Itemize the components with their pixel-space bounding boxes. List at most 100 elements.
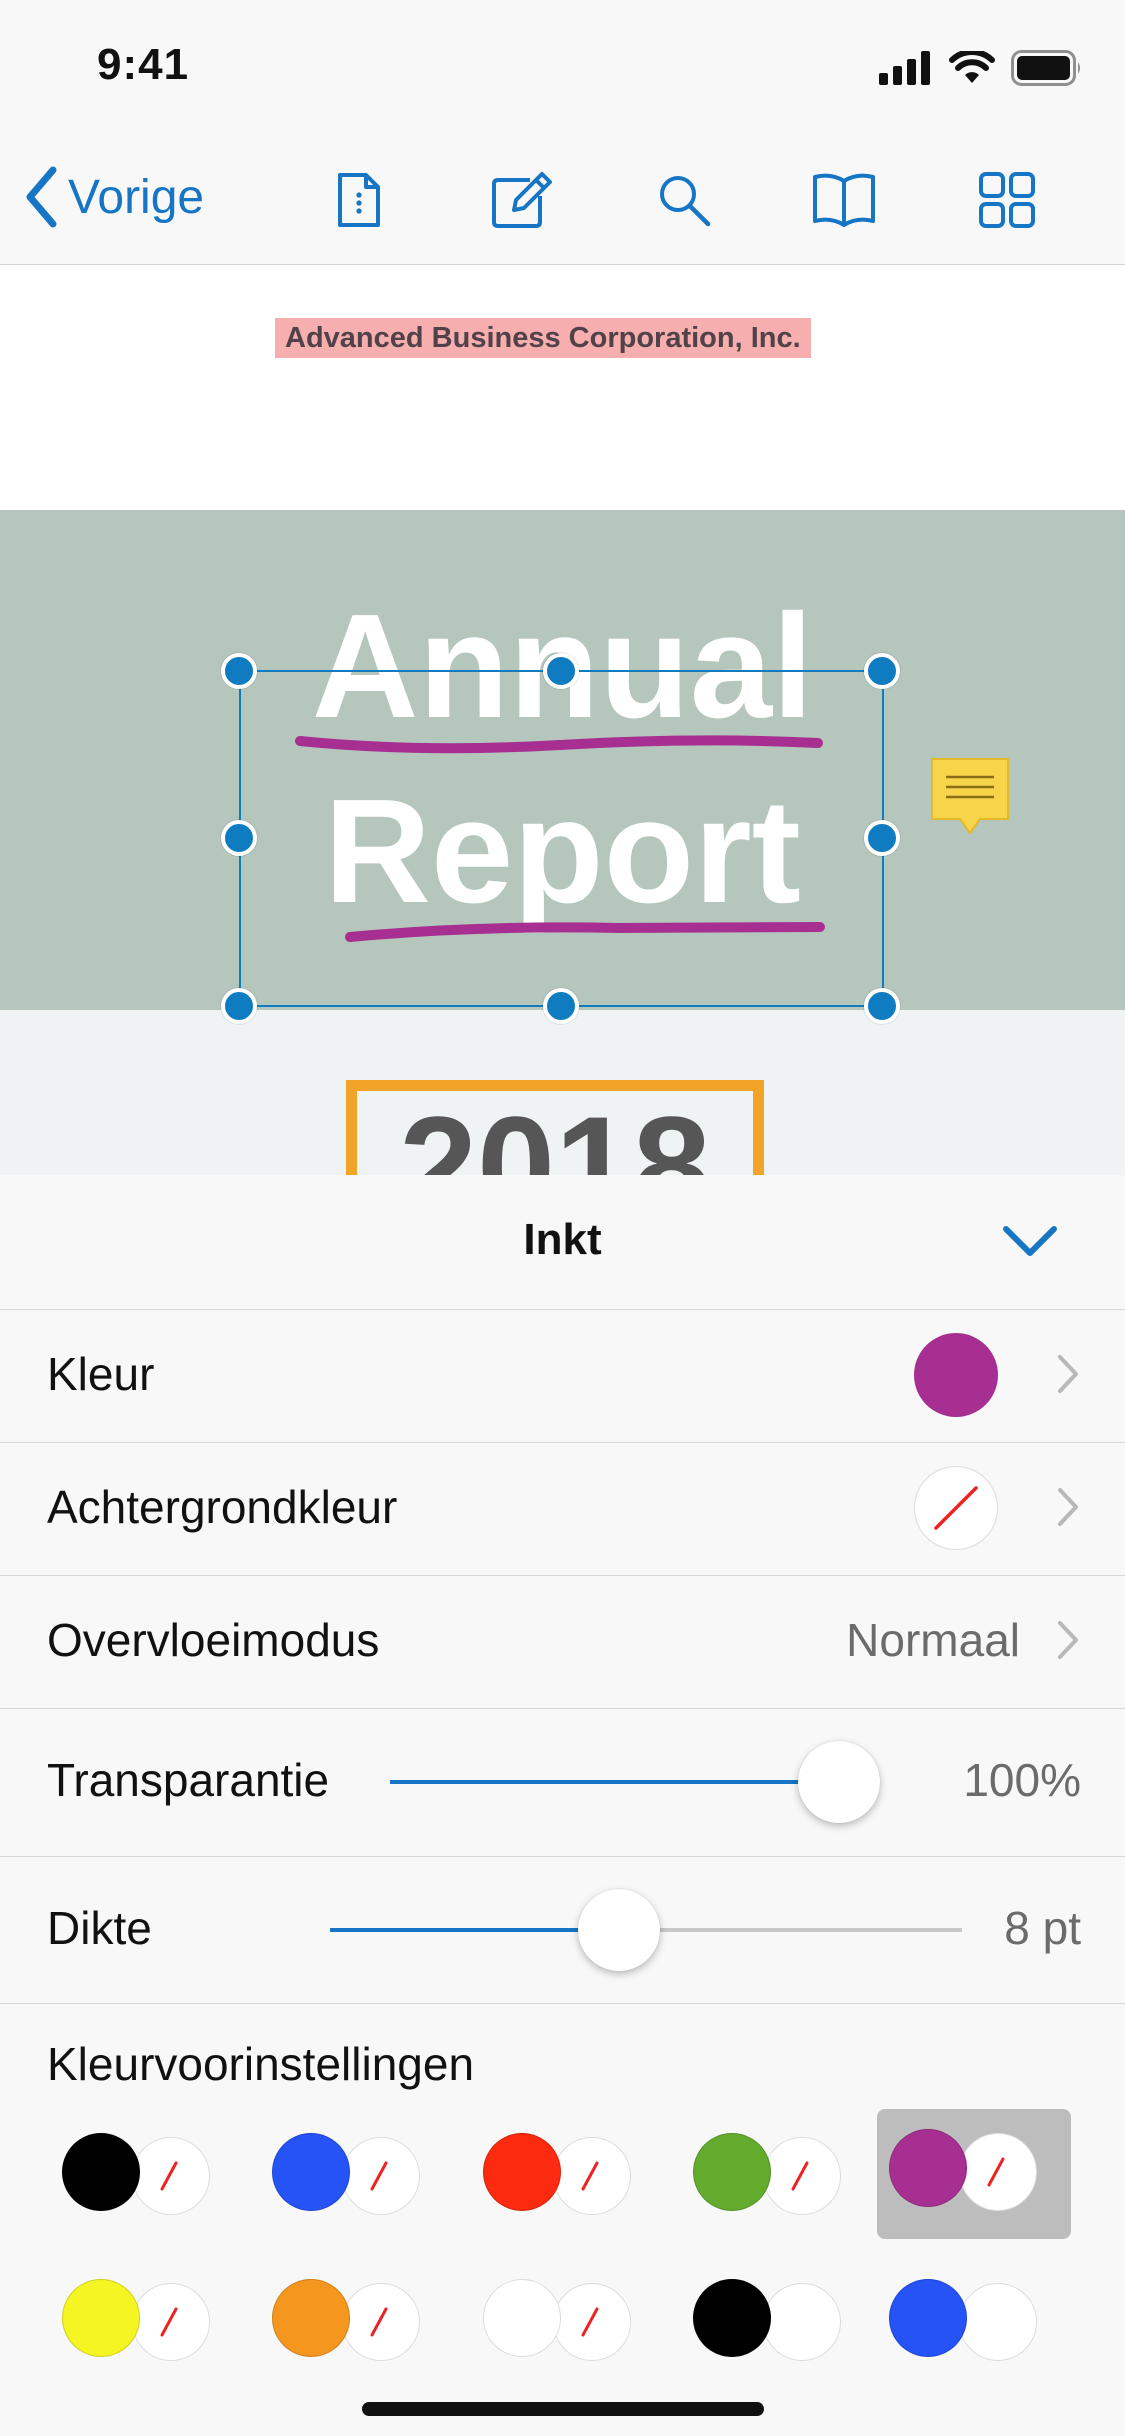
resize-handle-left[interactable] — [221, 820, 257, 856]
no-color-slash-icon — [581, 2161, 598, 2190]
thumbnails-button[interactable] — [969, 162, 1045, 238]
wifi-icon — [949, 51, 995, 83]
color-preset[interactable] — [272, 2133, 422, 2223]
search-icon — [660, 176, 711, 227]
no-color-slash-icon — [160, 2161, 177, 2190]
no-color-swatch — [914, 1466, 998, 1550]
book-icon — [813, 173, 875, 227]
preset-foreground-swatch — [483, 2133, 561, 2211]
no-color-slash-icon — [933, 1485, 978, 1530]
preset-background-swatch — [342, 2137, 420, 2215]
status-time: 9:41 — [97, 40, 190, 89]
slider-thumb[interactable] — [578, 1889, 660, 1971]
color-preset[interactable] — [272, 2279, 422, 2369]
color-preset[interactable] — [877, 2109, 1071, 2239]
status-icons — [879, 50, 1083, 86]
resize-handle-bottom-right[interactable] — [864, 988, 900, 1024]
preset-background-swatch — [959, 2283, 1037, 2361]
document-info-button[interactable] — [321, 162, 397, 238]
preset-background-swatch — [342, 2283, 420, 2361]
preset-foreground-swatch — [693, 2279, 771, 2357]
color-preset[interactable] — [62, 2133, 212, 2223]
preset-foreground-swatch — [483, 2279, 561, 2357]
preset-foreground-swatch — [272, 2133, 350, 2211]
color-preset[interactable] — [483, 2133, 633, 2223]
chevron-right-icon — [1058, 1355, 1078, 1393]
resize-handle-right[interactable] — [864, 820, 900, 856]
resize-handle-top-left[interactable] — [221, 653, 257, 689]
resize-handle-bottom[interactable] — [543, 988, 579, 1024]
preset-background-swatch — [132, 2137, 210, 2215]
thickness-value: 8 pt — [1004, 1902, 1081, 1954]
background-color-label: Achtergrondkleur — [47, 1481, 398, 1533]
resize-handle-top[interactable] — [543, 653, 579, 689]
no-color-slash-icon — [581, 2307, 598, 2336]
preset-foreground-swatch — [693, 2133, 771, 2211]
battery-icon — [1011, 50, 1080, 86]
blend-mode-value: Normaal — [846, 1614, 1020, 1666]
bookmarks-button[interactable] — [806, 162, 882, 238]
preset-background-swatch — [763, 2283, 841, 2361]
home-indicator — [362, 2402, 764, 2416]
cellular-signal-icon — [879, 51, 930, 85]
color-preset[interactable] — [693, 2133, 843, 2223]
document-page[interactable]: Advanced Business Corporation, Inc. Annu… — [0, 265, 1125, 1175]
transparency-slider[interactable] — [390, 1740, 880, 1824]
thickness-label: Dikte — [47, 1902, 152, 1954]
document-info-icon — [338, 173, 380, 227]
search-button[interactable] — [646, 162, 722, 238]
preset-background-swatch — [959, 2133, 1037, 2211]
transparency-label: Transparantie — [47, 1754, 330, 1806]
color-preset[interactable] — [889, 2279, 1039, 2369]
preset-foreground-swatch — [272, 2279, 350, 2357]
color-label: Kleur — [47, 1348, 155, 1400]
status-bar: 9:41 — [0, 0, 1125, 132]
no-color-slash-icon — [370, 2161, 387, 2190]
transparency-value: 100% — [963, 1754, 1081, 1806]
back-button[interactable]: Vorige — [24, 162, 204, 232]
chevron-right-icon — [1058, 1488, 1078, 1526]
preset-background-swatch — [553, 2137, 631, 2215]
color-preset[interactable] — [483, 2279, 633, 2369]
sticky-note-icon[interactable] — [928, 755, 1012, 841]
transparency-row: Transparantie 100% — [0, 1708, 1125, 1857]
annotate-button[interactable] — [484, 162, 560, 238]
panel-title: Inkt — [523, 1215, 602, 1264]
preset-foreground-swatch — [889, 2129, 967, 2207]
preset-foreground-swatch — [889, 2279, 967, 2357]
chevron-right-icon — [1058, 1621, 1078, 1659]
ink-inspector-panel: Inkt Kleur Achtergrondkleur Overvloeimod… — [0, 1175, 1125, 2436]
slider-fill — [390, 1780, 839, 1784]
preset-foreground-swatch — [62, 2279, 140, 2357]
color-preset[interactable] — [693, 2279, 843, 2369]
color-swatch — [914, 1333, 998, 1417]
no-color-slash-icon — [987, 2157, 1004, 2186]
color-row[interactable]: Kleur — [0, 1309, 1125, 1443]
chevron-left-icon — [26, 166, 57, 228]
no-color-slash-icon — [370, 2307, 387, 2336]
preset-background-swatch — [763, 2137, 841, 2215]
preset-foreground-swatch — [62, 2133, 140, 2211]
pencil-edit-icon — [492, 172, 552, 228]
color-presets-label: Kleurvoorinstellingen — [47, 2038, 475, 2090]
no-color-slash-icon — [160, 2307, 177, 2336]
selection-box — [239, 670, 884, 1007]
color-preset[interactable] — [62, 2279, 212, 2369]
resize-handle-bottom-left[interactable] — [221, 988, 257, 1024]
thickness-row: Dikte 8 pt — [0, 1856, 1125, 2004]
back-label: Vorige — [68, 170, 205, 224]
chevron-down-icon[interactable] — [1000, 1217, 1060, 1267]
slider-thumb[interactable] — [798, 1741, 880, 1823]
resize-handle-top-right[interactable] — [864, 653, 900, 689]
slider-fill — [330, 1928, 619, 1932]
preset-background-swatch — [553, 2283, 631, 2361]
preset-background-swatch — [132, 2283, 210, 2361]
no-color-slash-icon — [791, 2161, 808, 2190]
background-color-row[interactable]: Achtergrondkleur — [0, 1442, 1125, 1576]
grid-icon — [979, 172, 1035, 228]
blend-mode-row[interactable]: Overvloeimodus Normaal — [0, 1575, 1125, 1709]
panel-header: Inkt — [0, 1175, 1125, 1310]
navigation-toolbar: Vorige — [0, 132, 1125, 265]
blend-mode-label: Overvloeimodus — [47, 1614, 380, 1666]
thickness-slider[interactable] — [330, 1888, 962, 1972]
